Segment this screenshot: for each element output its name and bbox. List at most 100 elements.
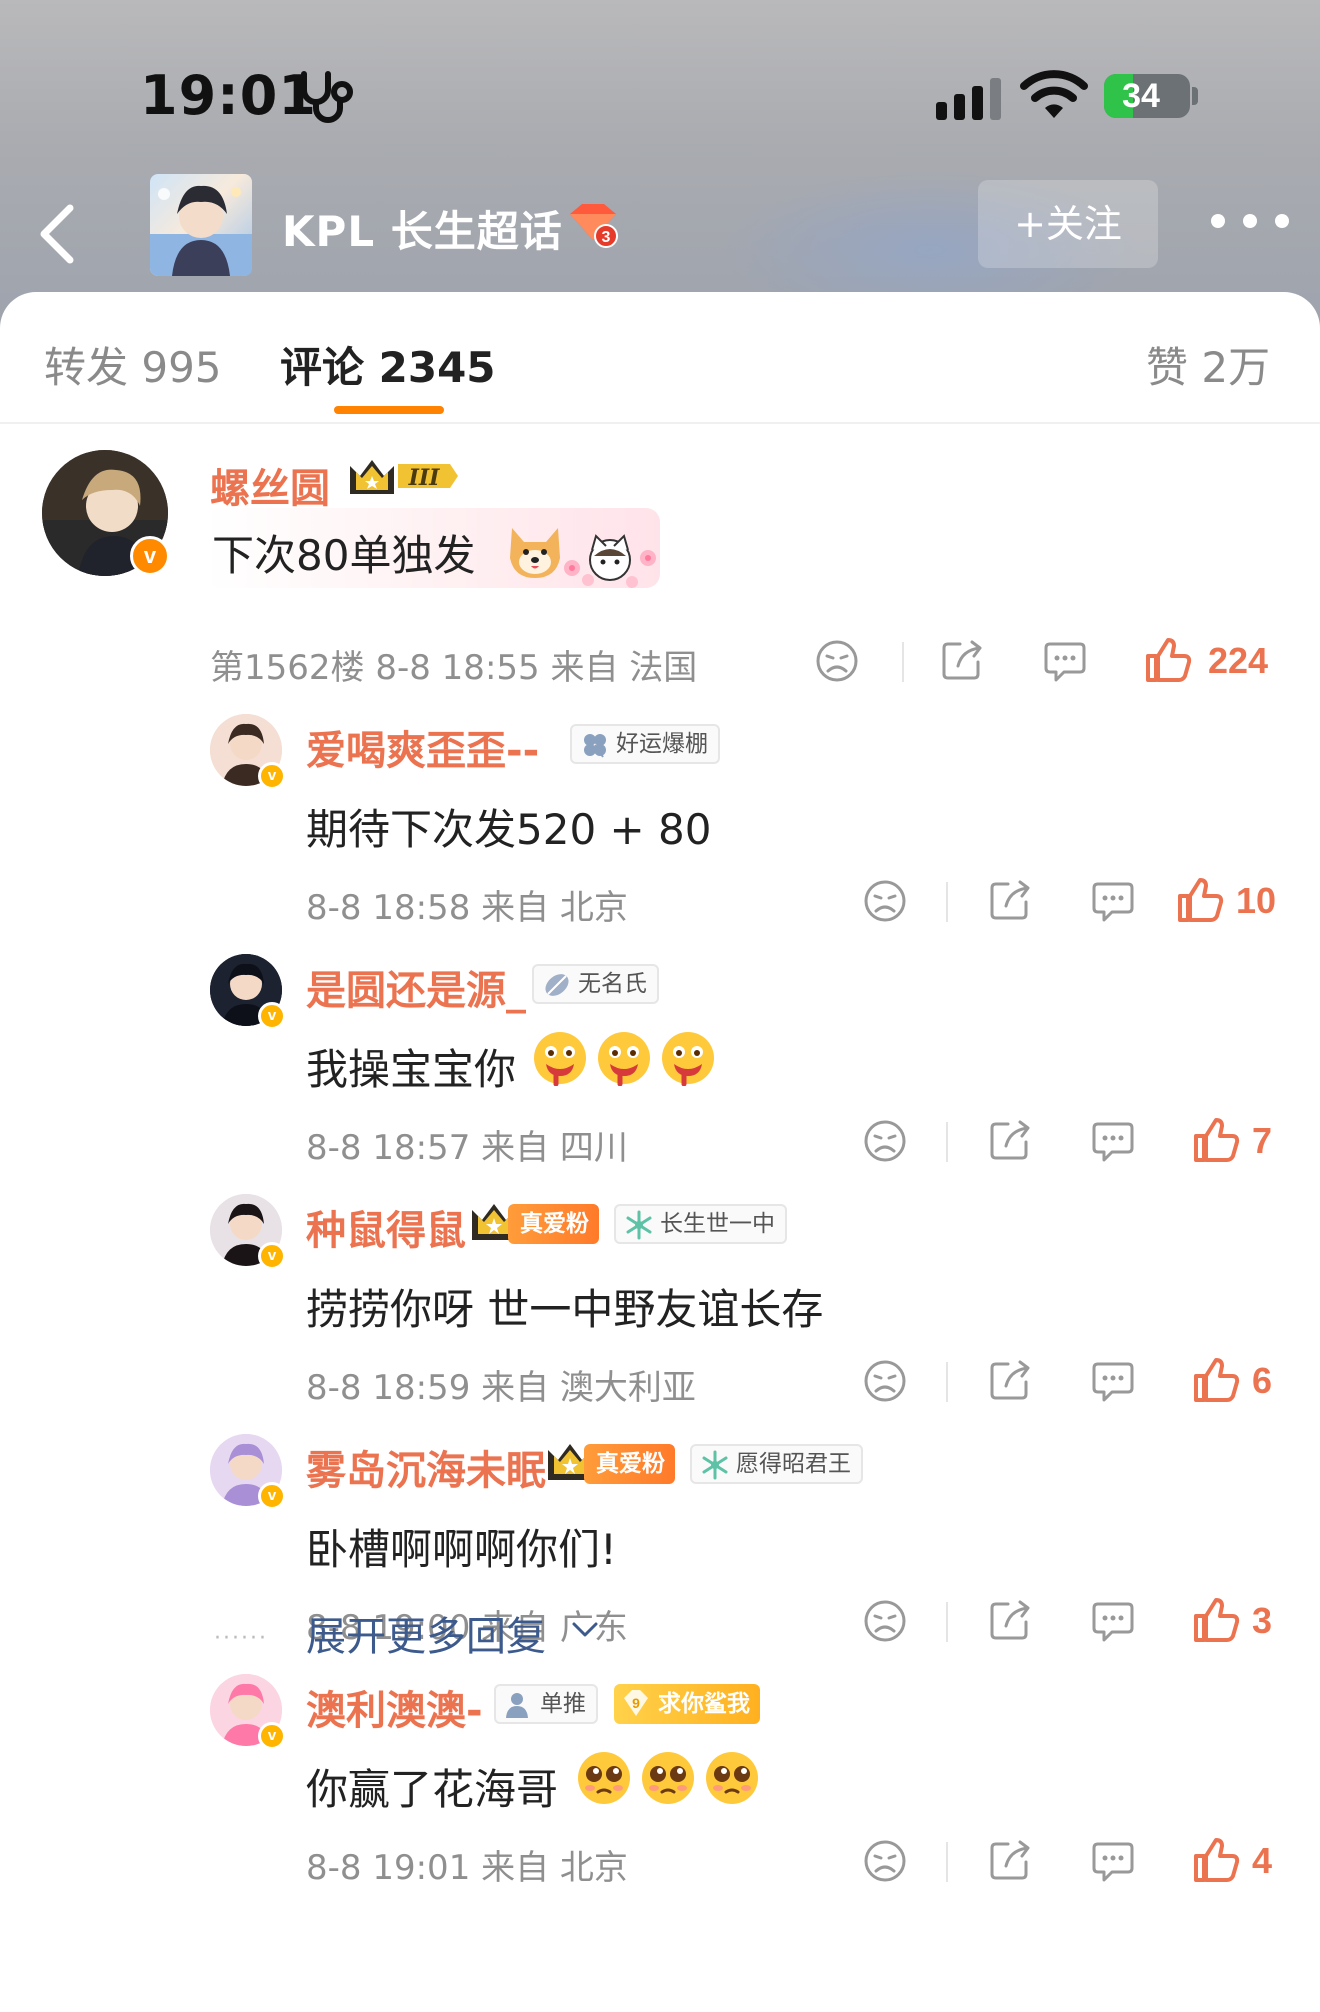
like-thumb-icon[interactable] xyxy=(1144,636,1192,684)
username[interactable]: 种鼠得鼠 xyxy=(306,1198,466,1256)
battery-cap xyxy=(1192,87,1198,105)
verified-badge: v xyxy=(258,1002,286,1030)
reply-comment-icon[interactable] xyxy=(1090,1358,1136,1404)
status-bar: 19:01 34 xyxy=(0,0,1320,170)
super-topic-level-icon: 3 xyxy=(570,204,618,248)
like-thumb-icon[interactable] xyxy=(1192,1356,1240,1404)
dislike-face-icon[interactable] xyxy=(862,878,908,924)
share-icon[interactable] xyxy=(988,878,1034,924)
drool-emoji xyxy=(534,1032,586,1086)
comment-meta: 8-8 18:57 来自 四川 xyxy=(306,1128,628,1168)
wifi-icon xyxy=(1020,70,1088,118)
like-count: 10 xyxy=(1236,880,1277,921)
fan-group-badge: 单推 xyxy=(494,1684,598,1724)
more-options-icon[interactable] xyxy=(1204,206,1304,236)
reply-comment-icon[interactable] xyxy=(1090,878,1136,924)
drool-emoji xyxy=(598,1032,650,1086)
snowflake-icon xyxy=(702,1450,728,1480)
verified-badge: v xyxy=(258,1722,286,1750)
dislike-face-icon[interactable] xyxy=(814,638,860,684)
comment-meta: 8-8 19:01 来自 北京 xyxy=(306,1848,628,1888)
verified-badge: v xyxy=(258,1482,286,1510)
share-icon[interactable] xyxy=(940,638,986,684)
badge-label: 求你鲨我 xyxy=(658,1691,750,1717)
stethoscope-icon xyxy=(301,71,353,123)
action-separator xyxy=(902,642,904,682)
reply-comment-icon[interactable] xyxy=(1090,1598,1136,1644)
snowflake-icon xyxy=(626,1210,652,1240)
action-separator xyxy=(946,1362,948,1402)
action-separator xyxy=(946,1122,948,1162)
drool-emoji xyxy=(662,1032,714,1086)
back-arrow-icon[interactable] xyxy=(30,194,90,274)
action-separator xyxy=(946,1602,948,1642)
comment-text: 期待下次发520 + 80 xyxy=(306,805,712,854)
cellular-signal-icon xyxy=(936,78,1001,120)
badge-label: 愿得昭君王 xyxy=(736,1451,851,1477)
badge-label: 单推 xyxy=(540,1691,586,1717)
crown-badge-icon: III xyxy=(350,460,458,494)
like-count: 6 xyxy=(1252,1360,1273,1401)
action-separator xyxy=(946,1842,948,1882)
like-thumb-icon[interactable] xyxy=(1176,876,1224,924)
expand-label: 展开更多回复 xyxy=(306,1614,546,1660)
username[interactable]: 爱喝爽歪歪-- xyxy=(306,718,539,776)
comment-text: 你赢了花海哥 xyxy=(306,1765,559,1814)
gold-badge-level: 9 xyxy=(632,1695,640,1711)
tab-repost[interactable]: 转发 995 xyxy=(44,334,222,395)
fan-group-badge: 愿得昭君王 xyxy=(690,1444,863,1484)
like-count: 7 xyxy=(1252,1120,1273,1161)
top-navigation: KPL 长生超话 3 +关注 xyxy=(0,170,1320,300)
username[interactable]: 是圆还是源_ xyxy=(306,958,526,1016)
comment-text: 我操宝宝你 xyxy=(306,1045,517,1094)
topic-avatar[interactable] xyxy=(150,174,252,276)
fan-group-badge: 长生世一中 xyxy=(614,1204,787,1244)
like-thumb-icon[interactable] xyxy=(1192,1596,1240,1644)
follow-button[interactable]: +关注 xyxy=(978,180,1158,268)
reply-comment-icon[interactable] xyxy=(1090,1118,1136,1164)
username[interactable]: 澳利澳澳- xyxy=(306,1678,483,1736)
status-time: 19:01 xyxy=(140,64,317,127)
dislike-face-icon[interactable] xyxy=(862,1358,908,1404)
comment-meta: 第1562楼 8-8 18:55 来自 法国 xyxy=(210,648,698,688)
share-icon[interactable] xyxy=(988,1598,1034,1644)
username[interactable]: 螺丝圆 xyxy=(210,456,330,514)
badge-label: 无名氏 xyxy=(578,971,647,997)
reply-comment-icon[interactable] xyxy=(1042,638,1088,684)
expand-dots: ······ xyxy=(214,1626,268,1651)
fan-level-badge: 真爱粉 xyxy=(508,1204,599,1244)
tab-comment[interactable]: 评论 2345 xyxy=(280,334,496,395)
clover-icon xyxy=(584,734,606,758)
fan-level-badge: 真爱粉 xyxy=(584,1444,675,1484)
username[interactable]: 雾岛沉海未眠 xyxy=(306,1438,546,1496)
badge-label: 长生世一中 xyxy=(660,1211,775,1237)
like-thumb-icon[interactable] xyxy=(1192,1836,1240,1884)
topic-title[interactable]: KPL 长生超话 xyxy=(282,198,563,259)
dislike-face-icon[interactable] xyxy=(862,1598,908,1644)
chevron-down-icon xyxy=(572,1622,598,1637)
battery-level: 34 xyxy=(1122,77,1160,115)
feather-icon xyxy=(545,974,569,996)
like-count: 4 xyxy=(1252,1840,1273,1881)
fan-group-badge: 好运爆棚 xyxy=(570,724,720,764)
crown-level: III xyxy=(408,465,441,491)
action-separator xyxy=(946,882,948,922)
share-icon[interactable] xyxy=(988,1838,1034,1884)
reply-comment-icon[interactable] xyxy=(1090,1838,1136,1884)
like-thumb-icon[interactable] xyxy=(1192,1116,1240,1164)
pleading-emoji xyxy=(706,1752,758,1804)
dislike-face-icon[interactable] xyxy=(862,1838,908,1884)
dislike-face-icon[interactable] xyxy=(862,1118,908,1164)
verified-badge: v xyxy=(258,1242,286,1270)
verified-badge: v xyxy=(258,762,286,790)
battery-indicator: 34 xyxy=(1104,74,1190,118)
expand-more-replies-button[interactable]: ······ 展开更多回复 xyxy=(214,1604,634,1664)
active-tab-indicator xyxy=(334,406,444,414)
comment-meta: 8-8 18:58 来自 北京 xyxy=(306,888,628,928)
pleading-emoji xyxy=(642,1752,694,1804)
share-icon[interactable] xyxy=(988,1358,1034,1404)
diamond-level-icon: 9 xyxy=(624,1690,648,1716)
comment-text: 捞捞你呀 世一中野友谊长存 xyxy=(306,1285,824,1334)
tab-like[interactable]: 赞 2万 xyxy=(1146,334,1270,395)
share-icon[interactable] xyxy=(988,1118,1034,1164)
